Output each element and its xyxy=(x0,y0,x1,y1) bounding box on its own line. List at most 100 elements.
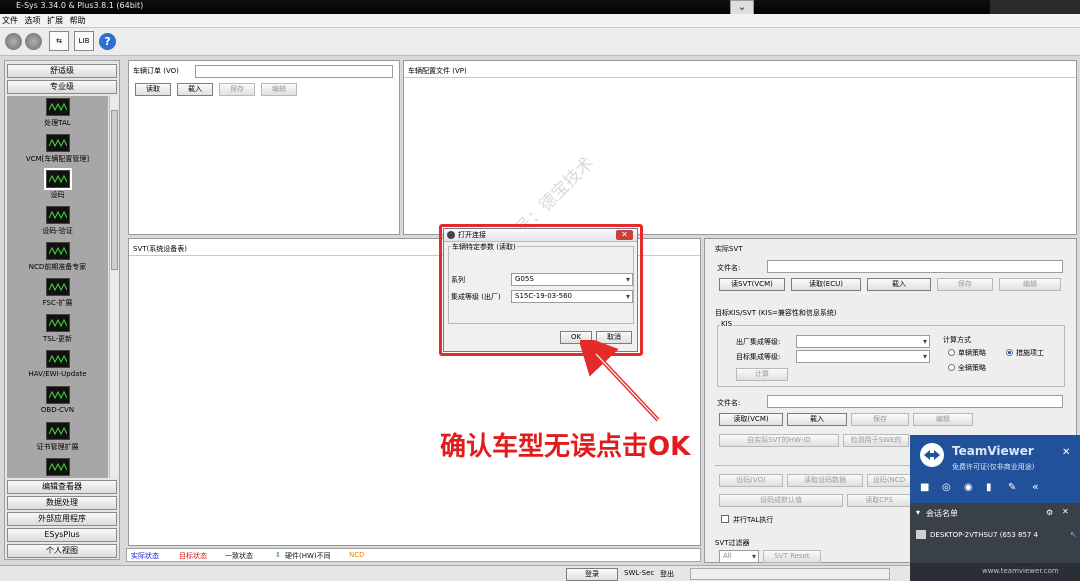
vo-save-button[interactable]: 保存 xyxy=(219,83,255,96)
actual-filename-input[interactable] xyxy=(767,260,1063,273)
menu-options[interactable]: 选项 xyxy=(23,14,43,27)
parallel-tal-checkbox[interactable] xyxy=(721,515,729,523)
lib-icon[interactable]: LIB xyxy=(74,31,94,51)
target-kis-label: 目标KIS/SVT (KIS=兼容性和信息系统) xyxy=(715,309,837,317)
menu-help[interactable]: 帮助 xyxy=(68,14,88,27)
svt-filter-select[interactable]: All xyxy=(719,550,759,563)
coding-ncd-button[interactable]: 设码(NCD xyxy=(867,474,911,487)
target-level-select[interactable] xyxy=(796,350,930,363)
detect-swe-button[interactable]: 检测用于SWE的 xyxy=(843,434,909,447)
read-cps-button[interactable]: 读取CPS xyxy=(847,494,911,507)
actual-svt-label: 实际SVT xyxy=(715,245,743,253)
ecu-icon xyxy=(45,242,70,260)
radio-full[interactable] xyxy=(948,364,955,371)
help-icon[interactable]: ? xyxy=(99,33,116,50)
module-tsl[interactable]: TSL-更新 xyxy=(7,314,108,344)
login-button[interactable]: 登录 xyxy=(566,568,618,581)
module-coding[interactable]: 设码 xyxy=(7,168,108,200)
pointer-icon: ↖ xyxy=(1070,530,1077,539)
status-target: 目标状态 xyxy=(179,552,207,560)
module-obd-cvn[interactable]: OBD-CVN xyxy=(7,386,108,414)
vo-edit-button[interactable]: 编辑 xyxy=(261,83,297,96)
calc-button[interactable]: 计算 xyxy=(736,368,788,381)
menu-file[interactable]: 文件 xyxy=(0,14,20,27)
target-filename-input[interactable] xyxy=(767,395,1063,408)
target-edit-button[interactable]: 编辑 xyxy=(913,413,973,426)
nav-personal-button[interactable]: 个人视图 xyxy=(7,544,117,558)
module-partial[interactable] xyxy=(7,458,108,476)
chevron-down-icon[interactable]: ▾ xyxy=(916,508,920,517)
teamviewer-topbar xyxy=(990,0,1080,14)
nav-esysplus-button[interactable]: ESysPlus xyxy=(7,528,117,542)
module-label: OBD-CVN xyxy=(40,406,75,414)
read-svt-vcm-button[interactable]: 读SVT(VCM) xyxy=(719,278,785,291)
vo-load-button[interactable]: 载入 xyxy=(177,83,213,96)
vehicle-params-group: 车辆特定参数 (读取) 系列 G05S 集成等级 (出厂) S15C-19-03… xyxy=(448,242,634,324)
lib-label: LIB xyxy=(78,37,90,45)
nav-expert-button[interactable]: 专业级 xyxy=(7,80,117,94)
vp-label: 车辆配置文件 (VP) xyxy=(408,67,467,75)
whiteboard-icon[interactable]: ✎ xyxy=(1008,482,1016,493)
module-vcm[interactable]: VCM[车辆配置管理] xyxy=(7,134,108,164)
target-save-button[interactable]: 保存 xyxy=(851,413,909,426)
actual-edit-button[interactable]: 编辑 xyxy=(999,278,1061,291)
module-scrollbar[interactable] xyxy=(109,96,118,478)
close-icon[interactable]: ✕ xyxy=(1062,507,1069,516)
module-ncd-expert[interactable]: NCD前期准备专家 xyxy=(7,242,108,272)
read-ecu-button[interactable]: 读取(ECU) xyxy=(791,278,861,291)
svt-filter-label: SVT过滤器 xyxy=(715,539,750,547)
module-fsc[interactable]: FSC-扩展 xyxy=(7,278,108,308)
hwid-from-svt-button[interactable]: 自实际SVT的HW-ID xyxy=(719,434,839,447)
coding-default-button[interactable]: 设码成默认值 xyxy=(719,494,843,507)
scrollbar-thumb[interactable] xyxy=(111,110,118,270)
session-item[interactable]: DESKTOP-2VTHSU7 (653 857 4 xyxy=(930,531,1038,539)
video-icon[interactable]: ■ xyxy=(920,482,929,493)
actual-save-button[interactable]: 保存 xyxy=(937,278,993,291)
vo-read-button[interactable]: 读取 xyxy=(135,83,171,96)
target-level-label: 目标集成等级: xyxy=(736,353,781,361)
ecu-icon xyxy=(45,98,70,116)
nav-data-button[interactable]: 数据处理 xyxy=(7,496,117,510)
status-actual: 实际状态 xyxy=(131,552,159,560)
menu-extensions[interactable]: 扩展 xyxy=(45,14,65,27)
close-icon[interactable]: ✕ xyxy=(616,230,633,240)
target-load-button[interactable]: 载入 xyxy=(787,413,847,426)
nav-external-button[interactable]: 外部应用程序 xyxy=(7,512,117,526)
module-hav[interactable]: HAV/EWI-Update xyxy=(7,350,108,378)
module-process-tal[interactable]: 处理TAL xyxy=(7,98,108,128)
connect-icon[interactable]: ⇆ xyxy=(49,31,69,51)
logout-label[interactable]: 登出 xyxy=(660,569,674,579)
window-title: E-Sys 3.34.0 & Plus3.8.1 (64bit) xyxy=(16,1,144,10)
collapse-icon[interactable]: « xyxy=(1032,480,1039,493)
app-icon xyxy=(447,231,455,239)
radio-single[interactable] xyxy=(948,349,955,356)
svt-reset-button[interactable]: SVT Reset xyxy=(763,550,821,563)
chat-icon[interactable]: ◉ xyxy=(964,482,973,493)
close-icon[interactable]: ✕ xyxy=(1062,447,1070,458)
level-select[interactable]: S15C-19-03-560 xyxy=(511,290,633,303)
nav-comfort-button[interactable]: 舒适级 xyxy=(7,64,117,78)
factory-level-select[interactable] xyxy=(796,335,930,348)
read-coding-data-button[interactable]: 读取设码数据 xyxy=(787,474,863,487)
teamviewer-url[interactable]: www.teamviewer.com xyxy=(982,567,1059,575)
module-certificate[interactable]: 证书管理扩展 xyxy=(7,422,108,452)
radio-measure[interactable] xyxy=(1006,349,1013,356)
ecu-icon xyxy=(45,458,70,476)
module-label: TSL-更新 xyxy=(42,335,73,343)
forward-icon[interactable] xyxy=(25,33,42,50)
vehicle-params-label: 车辆特定参数 (读取) xyxy=(451,242,517,252)
file-icon[interactable]: ▮ xyxy=(986,482,992,493)
coding-vo-button[interactable]: 设码(VO) xyxy=(719,474,783,487)
settings-icon[interactable]: ⚙ xyxy=(1046,508,1053,517)
actual-load-button[interactable]: 载入 xyxy=(867,278,931,291)
vo-label: 车辆订单 (VO) xyxy=(133,67,179,75)
back-icon[interactable] xyxy=(5,33,22,50)
open-connection-dialog: 打开连接 ✕ 车辆特定参数 (读取) 系列 G05S 集成等级 (出厂) S15… xyxy=(443,228,638,352)
headset-icon[interactable]: ◎ xyxy=(942,482,951,493)
series-select[interactable]: G05S xyxy=(511,273,633,286)
read-vcm-button[interactable]: 读取(VCM) xyxy=(719,413,783,426)
module-coding-verify[interactable]: 设码-验证 xyxy=(7,206,108,236)
calc-method-label: 计算方式 xyxy=(943,336,971,344)
vo-input[interactable] xyxy=(195,65,393,78)
nav-editor-button[interactable]: 编辑查看器 xyxy=(7,480,117,494)
